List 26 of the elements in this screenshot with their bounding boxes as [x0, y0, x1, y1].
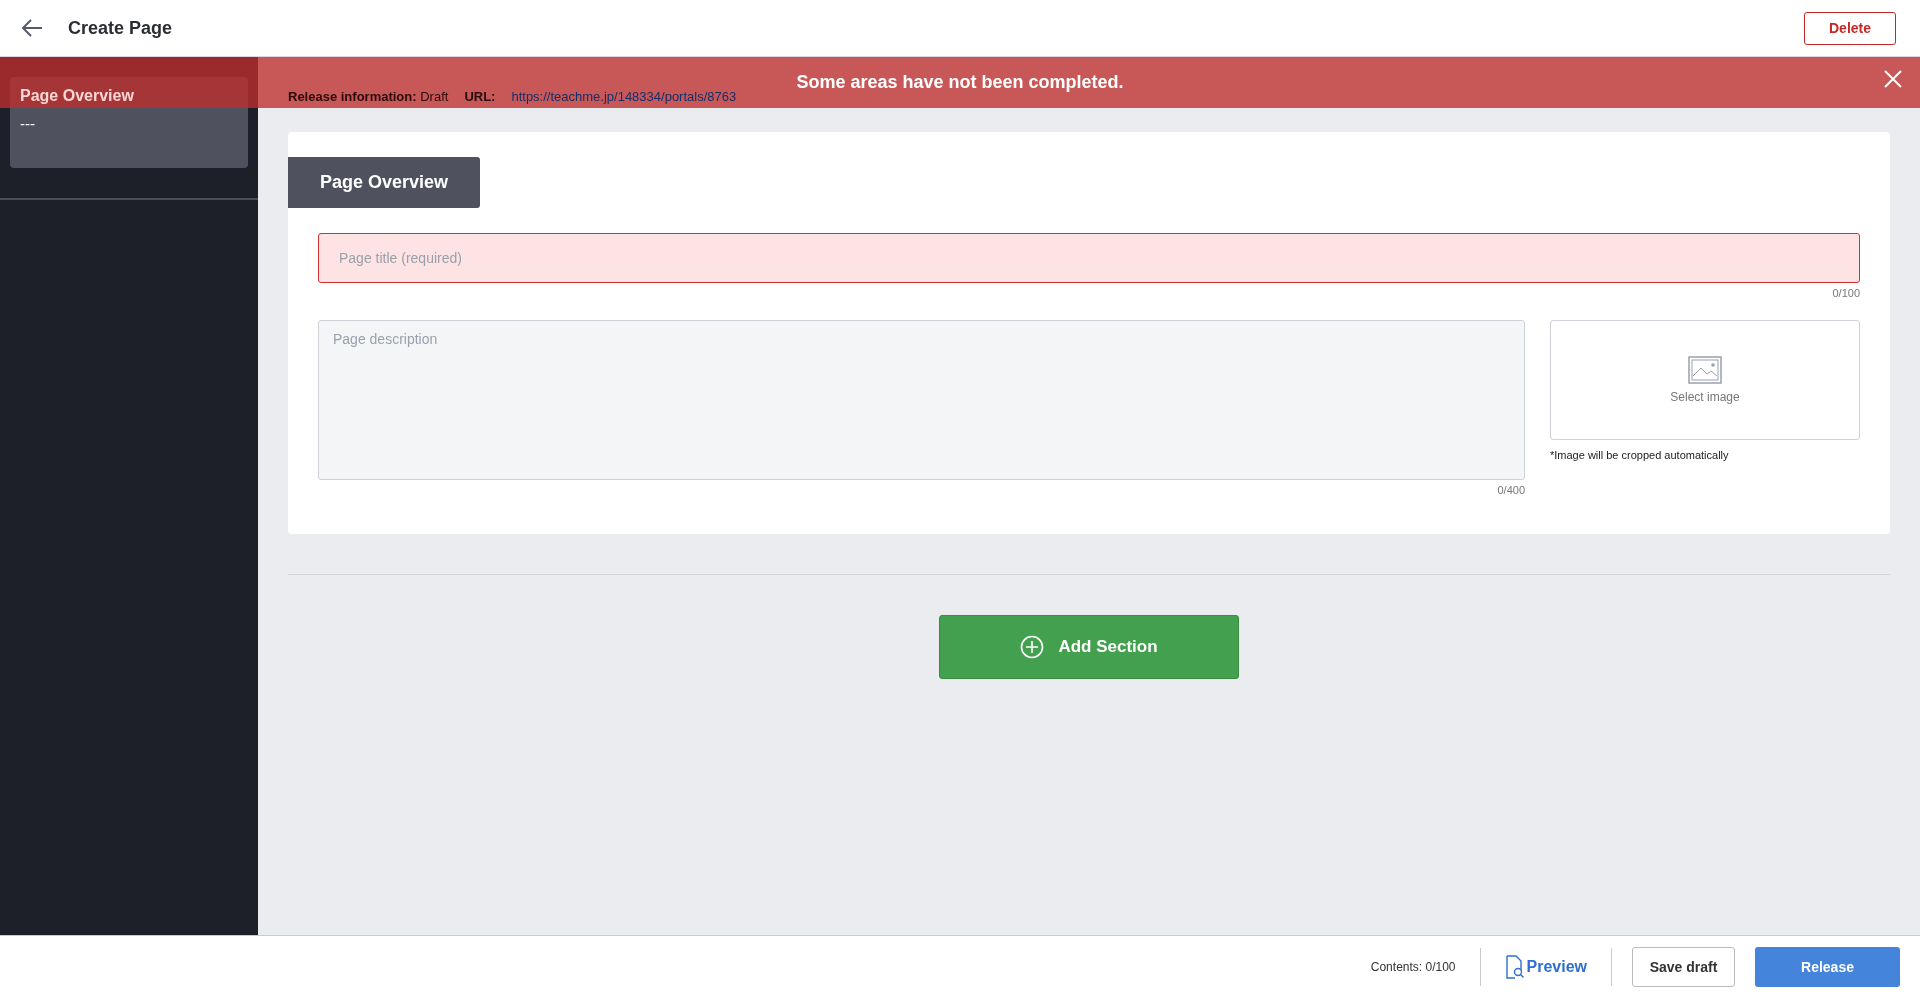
page-title: Create Page — [68, 17, 174, 39]
sidebar-item-subtitle: --- — [20, 115, 36, 132]
release-button[interactable]: Release — [1755, 947, 1900, 987]
add-section-button[interactable]: Add Section — [939, 615, 1239, 679]
close-icon — [1884, 70, 1902, 88]
url-label: URL: — [464, 88, 496, 104]
back-arrow-icon — [20, 18, 44, 38]
back-button[interactable] — [20, 18, 44, 38]
image-note: *Image will be cropped automatically — [1550, 449, 1730, 461]
preview-button[interactable]: Preview — [1480, 955, 1611, 979]
document-search-icon — [1504, 955, 1525, 979]
plus-circle-icon — [1020, 635, 1045, 659]
description-counter: 0/400 — [1497, 484, 1525, 496]
image-icon — [1688, 356, 1722, 384]
title-counter: 0/100 — [1832, 287, 1860, 299]
delete-button[interactable]: Delete — [1804, 11, 1896, 45]
url-link[interactable]: https://teachme.jp/148334/portals/8763 — [511, 88, 737, 104]
close-button[interactable] — [1884, 70, 1902, 88]
description-field[interactable]: Page description — [318, 320, 1525, 480]
title-input-field[interactable]: Page title (required) — [318, 233, 1860, 283]
sidebar-item-title: Page Overview — [20, 87, 135, 105]
save-draft-button[interactable]: Save draft — [1632, 947, 1735, 987]
alert-message: Some areas have not been completed. — [796, 72, 1124, 93]
release-status: Release information: Draft — [288, 88, 449, 104]
contents-counter: Contents: 0/100 — [1370, 960, 1457, 974]
image-select-button[interactable]: Select image — [1550, 320, 1860, 440]
